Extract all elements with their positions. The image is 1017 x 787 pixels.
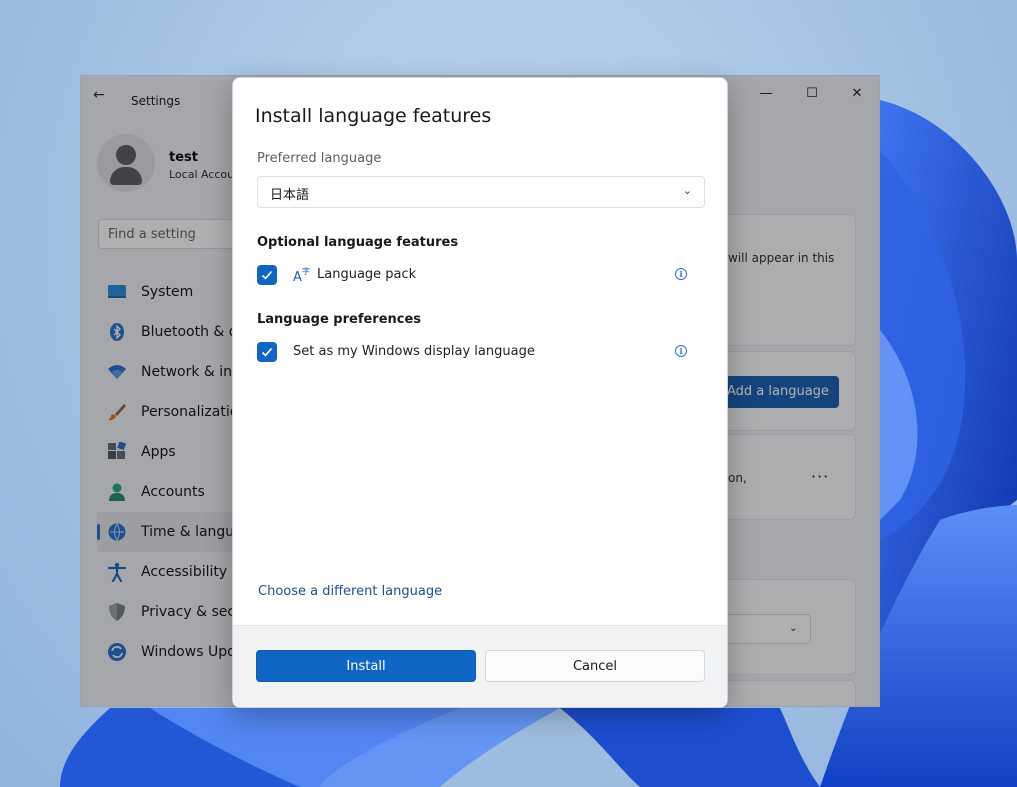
language-preferences-heading: Language preferences [257,312,422,327]
cancel-button[interactable]: Cancel [485,650,705,682]
chevron-down-icon: ⌄ [682,184,692,197]
choose-different-language-link[interactable]: Choose a different language [258,584,442,599]
install-button[interactable]: Install [256,650,476,682]
info-icon[interactable]: i [675,268,687,280]
language-pack-label: Language pack [317,267,417,282]
optional-features-heading: Optional language features [257,235,459,250]
dialog-title: Install language features [255,105,492,127]
svg-text:字: 字 [302,266,310,276]
preferred-language-value: 日本語 [270,188,310,203]
svg-text:A: A [293,270,302,284]
dialog-footer: Install Cancel [233,625,727,707]
preferred-language-label: Preferred language [257,151,382,166]
info-icon[interactable]: i [675,345,687,357]
language-icon: A字 [293,266,311,285]
preferred-language-dropdown[interactable]: 日本語 ⌄ [257,176,705,208]
language-pack-row: A字 Language pack i [257,265,697,287]
display-language-label: Set as my Windows display language [293,344,535,359]
display-language-checkbox[interactable] [257,342,277,362]
display-language-row: Set as my Windows display language i [257,342,697,364]
install-language-dialog: Install language features Preferred lang… [232,77,728,708]
language-pack-checkbox[interactable] [257,265,277,285]
